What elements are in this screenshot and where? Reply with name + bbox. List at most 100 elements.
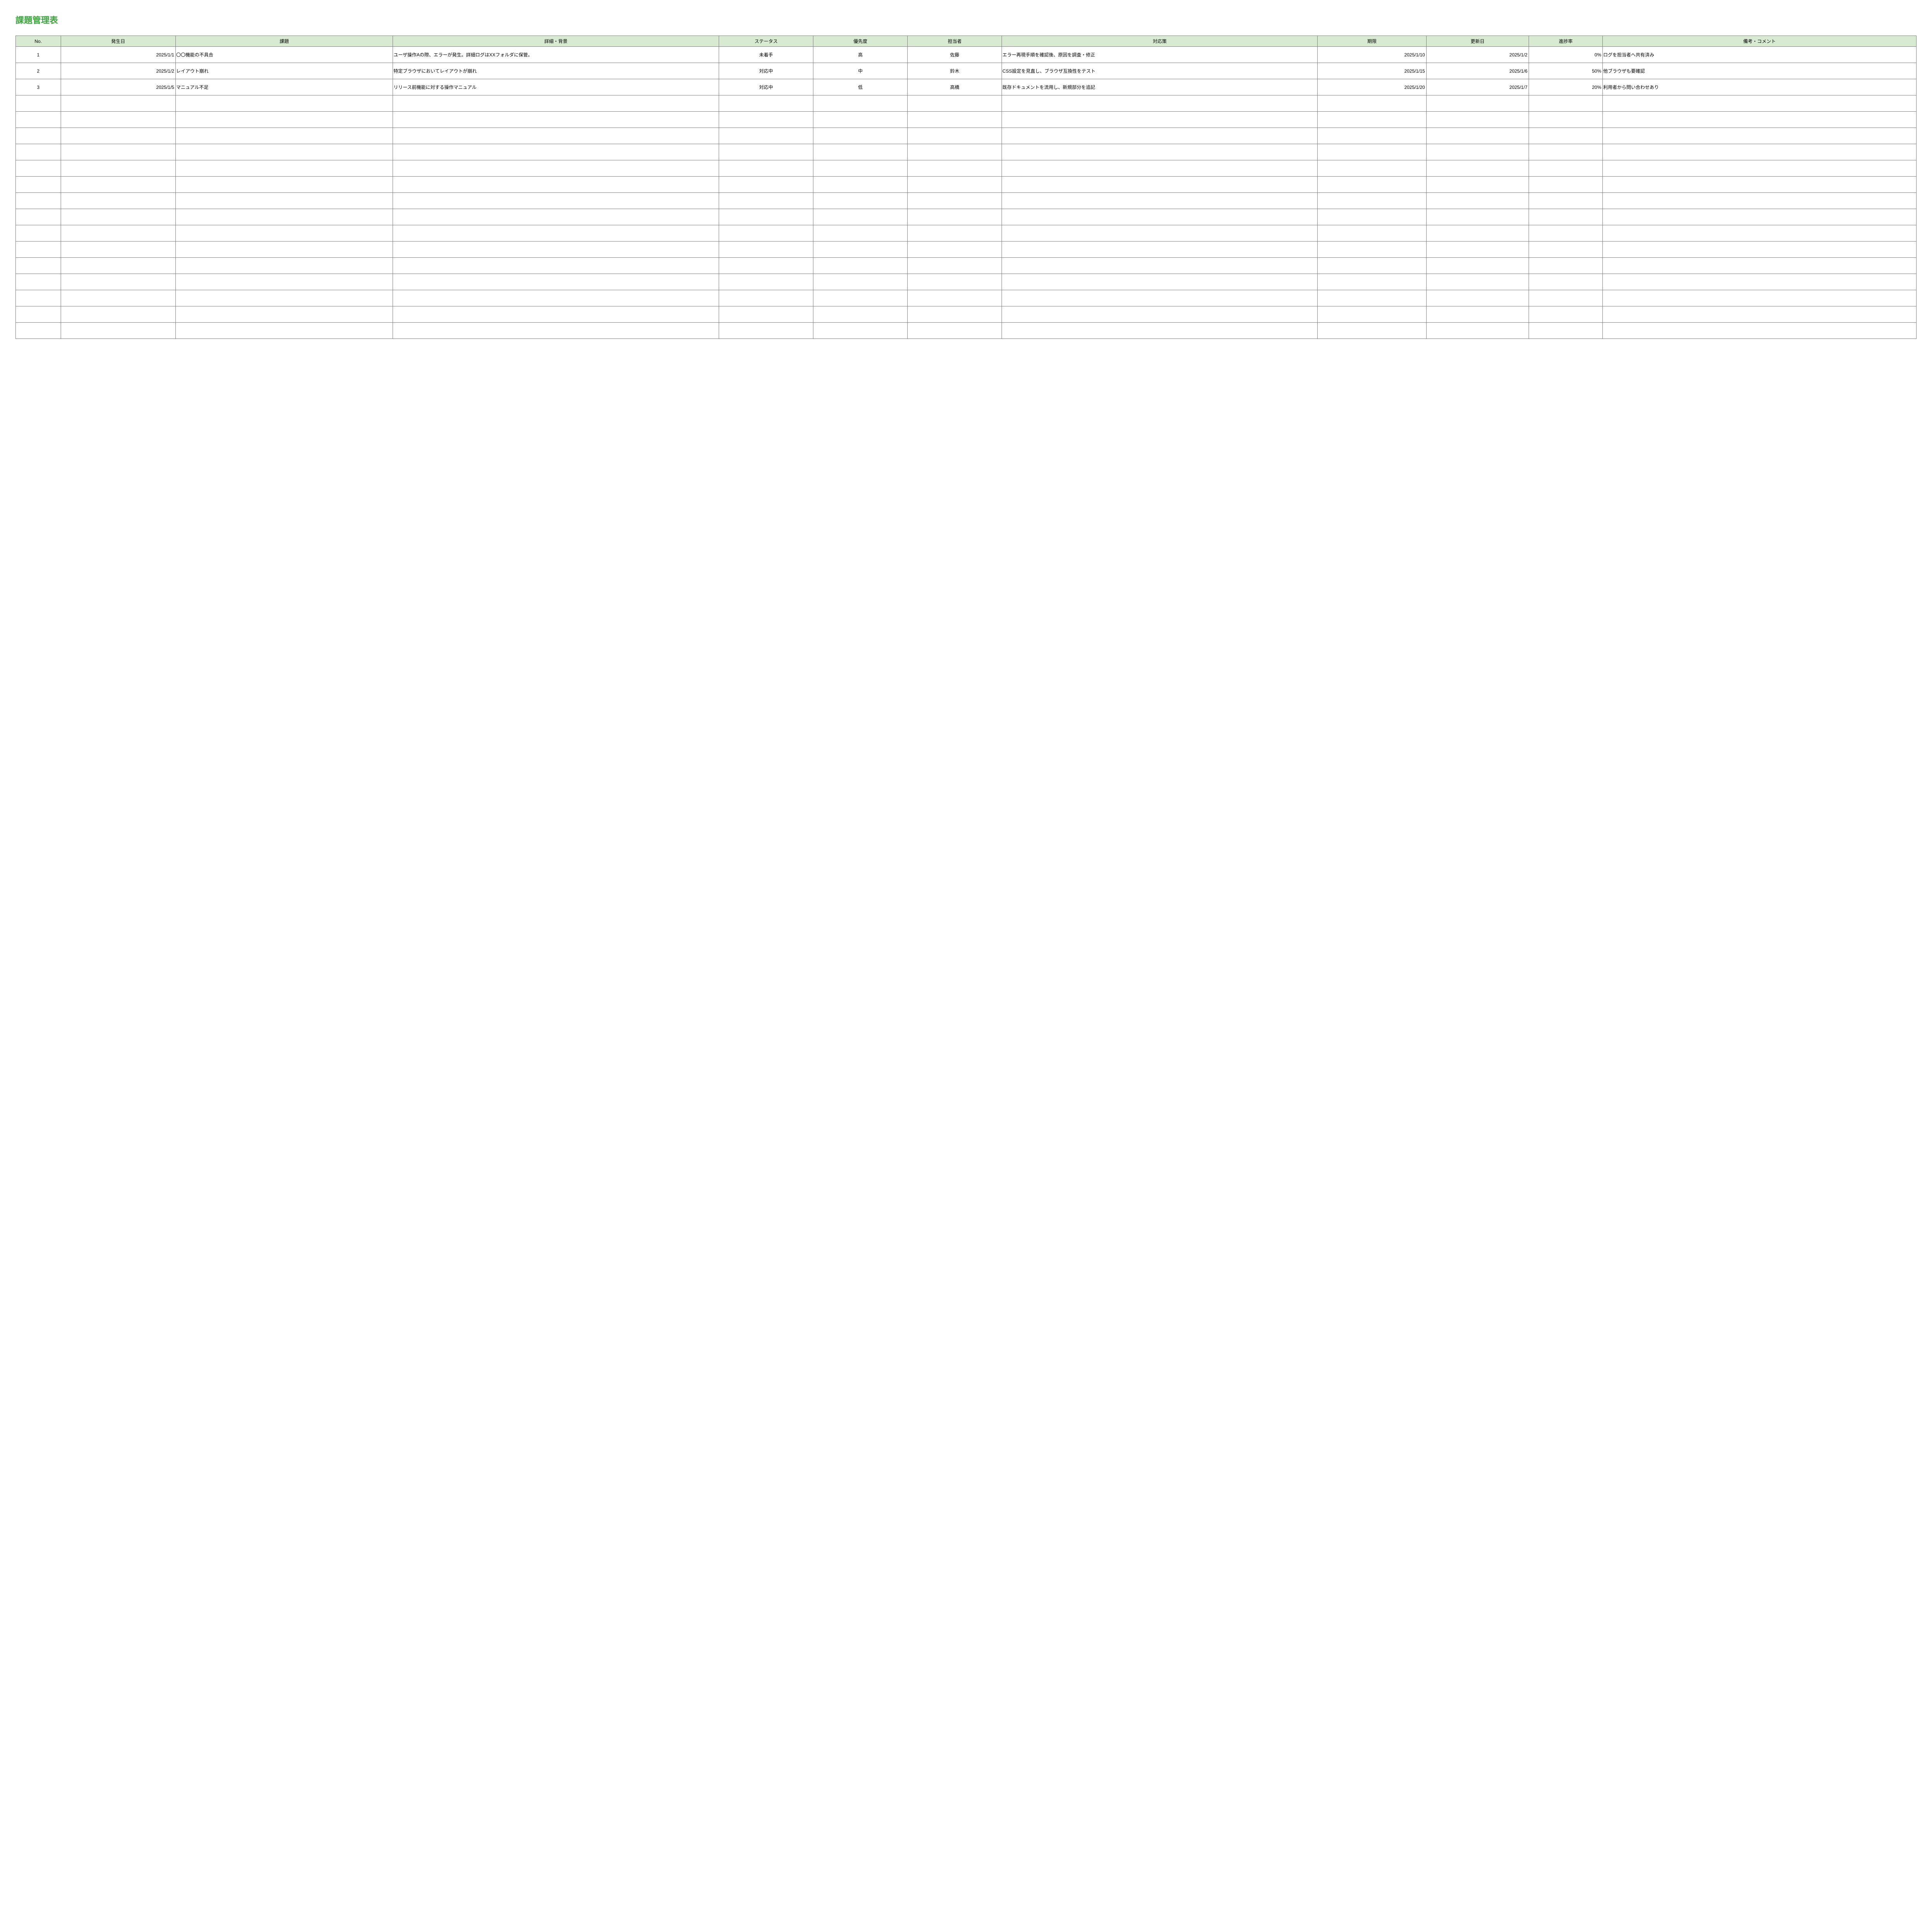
cell-empty xyxy=(175,144,393,160)
header-no: No. xyxy=(16,36,61,47)
cell-due: 2025/1/15 xyxy=(1318,63,1426,79)
cell-empty xyxy=(1002,160,1318,177)
cell-progress: 20% xyxy=(1529,79,1603,95)
cell-empty xyxy=(719,177,813,193)
cell-empty xyxy=(1426,290,1529,306)
cell-empty xyxy=(1603,177,1917,193)
cell-updated: 2025/1/7 xyxy=(1426,79,1529,95)
cell-empty xyxy=(61,128,175,144)
table-row-empty xyxy=(16,274,1917,290)
cell-empty xyxy=(1318,242,1426,258)
cell-empty xyxy=(719,306,813,323)
cell-empty xyxy=(1318,160,1426,177)
cell-empty xyxy=(175,290,393,306)
cell-empty xyxy=(719,144,813,160)
cell-empty xyxy=(61,242,175,258)
cell-empty xyxy=(1002,290,1318,306)
cell-empty xyxy=(175,274,393,290)
cell-empty xyxy=(813,209,908,225)
cell-empty xyxy=(719,225,813,242)
header-updated: 更新日 xyxy=(1426,36,1529,47)
cell-owner: 鈴木 xyxy=(908,63,1002,79)
cell-empty xyxy=(1318,95,1426,112)
cell-empty xyxy=(1002,112,1318,128)
cell-empty xyxy=(1002,95,1318,112)
table-row-empty xyxy=(16,290,1917,306)
cell-action: エラー再現手順を確認後、原因を調査・修正 xyxy=(1002,47,1318,63)
cell-empty xyxy=(719,242,813,258)
cell-empty xyxy=(1529,128,1603,144)
cell-empty xyxy=(61,177,175,193)
cell-empty xyxy=(61,95,175,112)
cell-empty xyxy=(175,306,393,323)
cell-empty xyxy=(1318,177,1426,193)
cell-empty xyxy=(16,258,61,274)
cell-empty xyxy=(1318,258,1426,274)
page-title: 課題管理表 xyxy=(15,14,1917,26)
cell-empty xyxy=(16,225,61,242)
cell-empty xyxy=(1603,128,1917,144)
cell-empty xyxy=(61,306,175,323)
cell-empty xyxy=(1426,274,1529,290)
cell-empty xyxy=(1318,128,1426,144)
cell-empty xyxy=(61,225,175,242)
cell-empty xyxy=(813,144,908,160)
cell-empty xyxy=(175,177,393,193)
table-row-empty xyxy=(16,128,1917,144)
cell-empty xyxy=(719,95,813,112)
cell-action: CSS設定を見直し、ブラウザ互換性をテスト xyxy=(1002,63,1318,79)
cell-empty xyxy=(1603,242,1917,258)
cell-owner: 高橋 xyxy=(908,79,1002,95)
cell-empty xyxy=(1318,306,1426,323)
cell-empty xyxy=(16,209,61,225)
cell-detail: リリース前機能に対する操作マニュアル xyxy=(393,79,719,95)
header-action: 対応策 xyxy=(1002,36,1318,47)
cell-empty xyxy=(908,323,1002,339)
cell-empty xyxy=(813,112,908,128)
cell-status: 対応中 xyxy=(719,63,813,79)
cell-detail: ユーザ操作Aの際、エラーが発生。詳細ログはXXフォルダに保管。 xyxy=(393,47,719,63)
table-row-empty xyxy=(16,209,1917,225)
cell-empty xyxy=(16,95,61,112)
cell-empty xyxy=(393,242,719,258)
table-row-empty xyxy=(16,225,1917,242)
cell-empty xyxy=(813,160,908,177)
cell-empty xyxy=(1002,323,1318,339)
cell-empty xyxy=(908,95,1002,112)
cell-due: 2025/1/10 xyxy=(1318,47,1426,63)
cell-empty xyxy=(1529,160,1603,177)
cell-no: 3 xyxy=(16,79,61,95)
cell-empty xyxy=(1426,306,1529,323)
cell-empty xyxy=(1603,193,1917,209)
header-owner: 担当者 xyxy=(908,36,1002,47)
cell-empty xyxy=(719,274,813,290)
cell-issue: マニュアル不足 xyxy=(175,79,393,95)
cell-empty xyxy=(1603,160,1917,177)
cell-empty xyxy=(61,160,175,177)
cell-empty xyxy=(1426,209,1529,225)
cell-empty xyxy=(393,193,719,209)
cell-empty xyxy=(1529,306,1603,323)
cell-empty xyxy=(1318,290,1426,306)
cell-empty xyxy=(1002,274,1318,290)
cell-empty xyxy=(1002,177,1318,193)
cell-empty xyxy=(16,274,61,290)
cell-empty xyxy=(393,306,719,323)
cell-note: ログを担当者へ共有済み xyxy=(1603,47,1917,63)
cell-empty xyxy=(1529,242,1603,258)
table-row-empty xyxy=(16,258,1917,274)
cell-empty xyxy=(1603,144,1917,160)
cell-empty xyxy=(1529,112,1603,128)
cell-empty xyxy=(1426,177,1529,193)
cell-empty xyxy=(908,290,1002,306)
cell-empty xyxy=(1426,95,1529,112)
cell-empty xyxy=(61,290,175,306)
cell-priority: 中 xyxy=(813,63,908,79)
cell-empty xyxy=(393,177,719,193)
cell-updated: 2025/1/2 xyxy=(1426,47,1529,63)
cell-empty xyxy=(16,306,61,323)
cell-empty xyxy=(1426,128,1529,144)
cell-empty xyxy=(16,144,61,160)
cell-empty xyxy=(908,112,1002,128)
cell-empty xyxy=(16,290,61,306)
